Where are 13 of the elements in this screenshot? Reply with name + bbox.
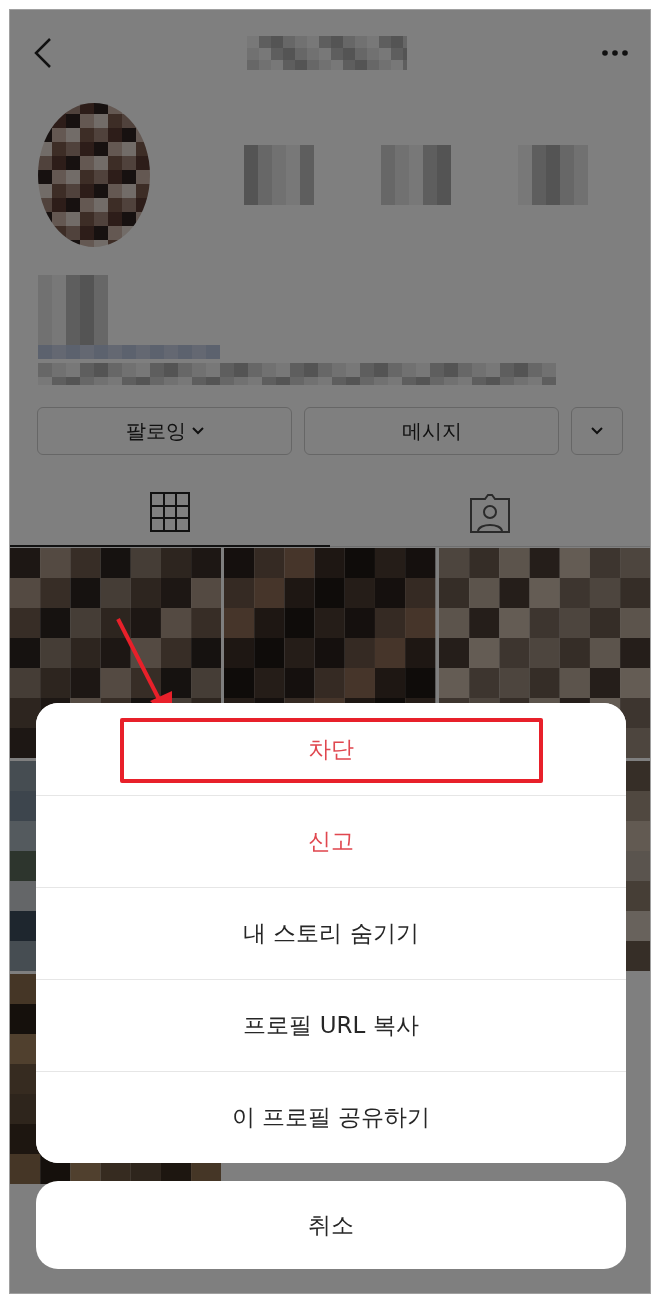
tagged-person-icon (469, 492, 511, 533)
chevron-down-icon (191, 427, 204, 435)
profile-action-button[interactable]: 팔로잉 (37, 407, 292, 455)
more-icon[interactable] (602, 49, 628, 56)
grid-icon (150, 492, 190, 532)
chevron-down-icon (591, 427, 603, 435)
profile-action-button[interactable]: 메시지 (304, 407, 559, 455)
cancel-button[interactable]: 취소 (36, 1181, 626, 1269)
back-icon[interactable] (34, 36, 52, 69)
menu-item[interactable]: 이 프로필 공유하기 (36, 1071, 626, 1163)
redacted-count-drawing (381, 145, 451, 205)
redacted-count-drawing (243, 145, 314, 205)
redacted-count-drawing (518, 145, 589, 205)
